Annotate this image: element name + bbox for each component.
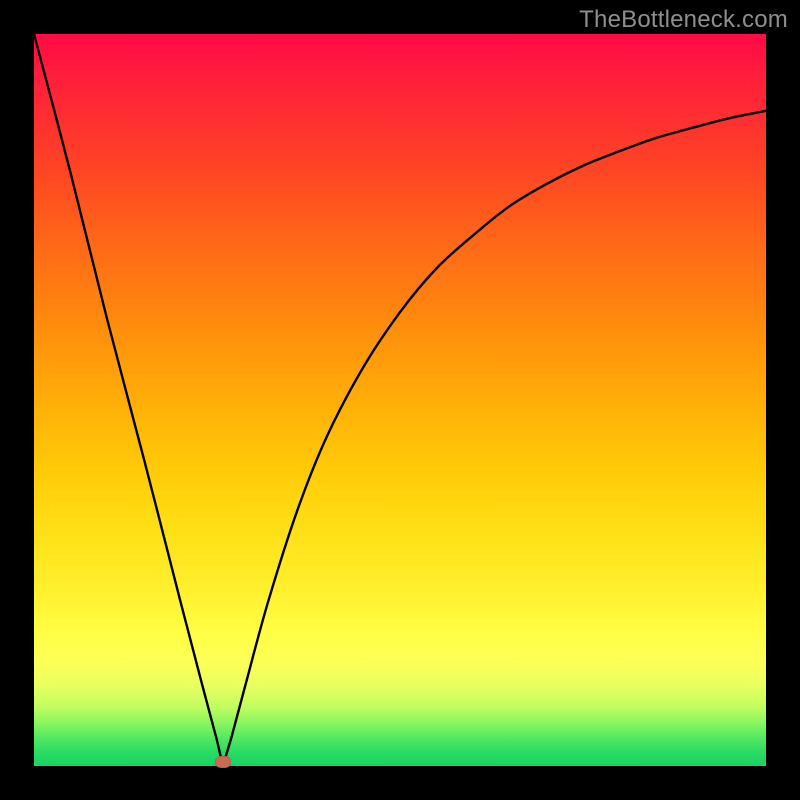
chart-frame: TheBottleneck.com — [0, 0, 800, 800]
minimum-marker — [215, 756, 231, 768]
bottleneck-curve — [34, 34, 766, 766]
watermark-text: TheBottleneck.com — [579, 6, 788, 34]
curve-layer — [34, 34, 766, 766]
plot-area — [34, 34, 766, 766]
